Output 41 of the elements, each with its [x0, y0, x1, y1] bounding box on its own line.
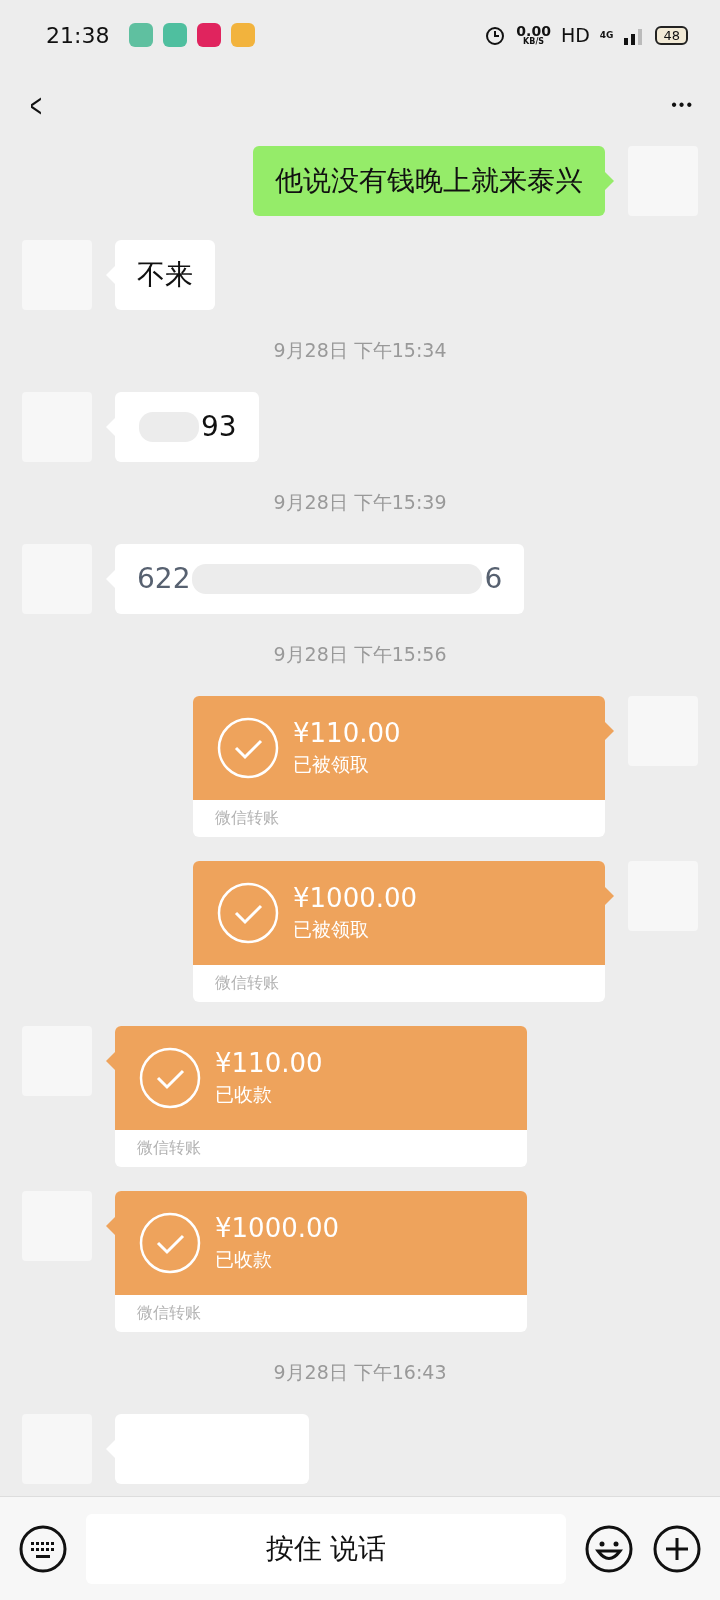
transfer-status: 已收款: [215, 1247, 273, 1272]
more-button[interactable]: •••: [671, 96, 694, 114]
message-bubble: 他说没有钱晚上就来泰兴: [253, 146, 605, 216]
speed-unit: KB/S: [523, 38, 545, 46]
transfer-amount: ¥110.00: [215, 1048, 323, 1078]
message-bubble: 622 6: [115, 544, 525, 614]
timestamp: 9月28日 下午15:34: [272, 338, 448, 363]
transfer-amount: ¥1000.00: [293, 883, 418, 913]
network-speed: 0.00: [516, 24, 551, 38]
timestamp: 9月28日 下午15:56: [272, 642, 448, 667]
back-button[interactable]: <: [29, 85, 42, 125]
transfer-card[interactable]: ¥1000.00 已被领取 微信转账: [193, 861, 605, 1002]
battery-level: 48: [655, 25, 688, 45]
message-bubble: 不来: [115, 240, 215, 310]
transfer-amount: ¥1000.00: [215, 1213, 340, 1243]
transfer-status: 已被领取: [293, 917, 370, 942]
transfer-card[interactable]: ¥110.00 已收款 微信转账: [115, 1026, 527, 1167]
check-circle-icon: [217, 717, 279, 779]
transfer-amount: ¥110.00: [293, 718, 401, 748]
timestamp: 9月28日 下午16:43: [272, 1360, 448, 1385]
network-type: 4G: [599, 30, 614, 40]
hold-to-talk-button[interactable]: 按住 说话: [86, 1513, 566, 1584]
transfer-label: 微信转账: [136, 1302, 202, 1324]
timestamp: 9月28日 下午15:39: [272, 490, 448, 515]
transfer-status: 已收款: [215, 1082, 273, 1107]
transfer-label: 微信转账: [214, 807, 280, 829]
transfer-label: 微信转账: [214, 972, 280, 994]
plus-icon[interactable]: [652, 1523, 702, 1574]
check-circle-icon: [139, 1047, 201, 1109]
transfer-label: 微信转账: [136, 1137, 202, 1159]
message-bubble: 93: [115, 392, 259, 462]
check-circle-icon: [217, 882, 279, 944]
alarm-icon: [484, 24, 507, 46]
clock: 21:38: [46, 22, 110, 48]
keyboard-icon[interactable]: [18, 1523, 68, 1574]
transfer-card[interactable]: ¥1000.00 已收款 微信转账: [115, 1191, 527, 1332]
transfer-status: 已被领取: [293, 752, 370, 777]
transfer-card[interactable]: ¥110.00 已被领取 微信转账: [193, 696, 605, 837]
emoji-icon[interactable]: [584, 1523, 634, 1574]
check-circle-icon: [139, 1212, 201, 1274]
hd-indicator: HD: [560, 24, 590, 46]
